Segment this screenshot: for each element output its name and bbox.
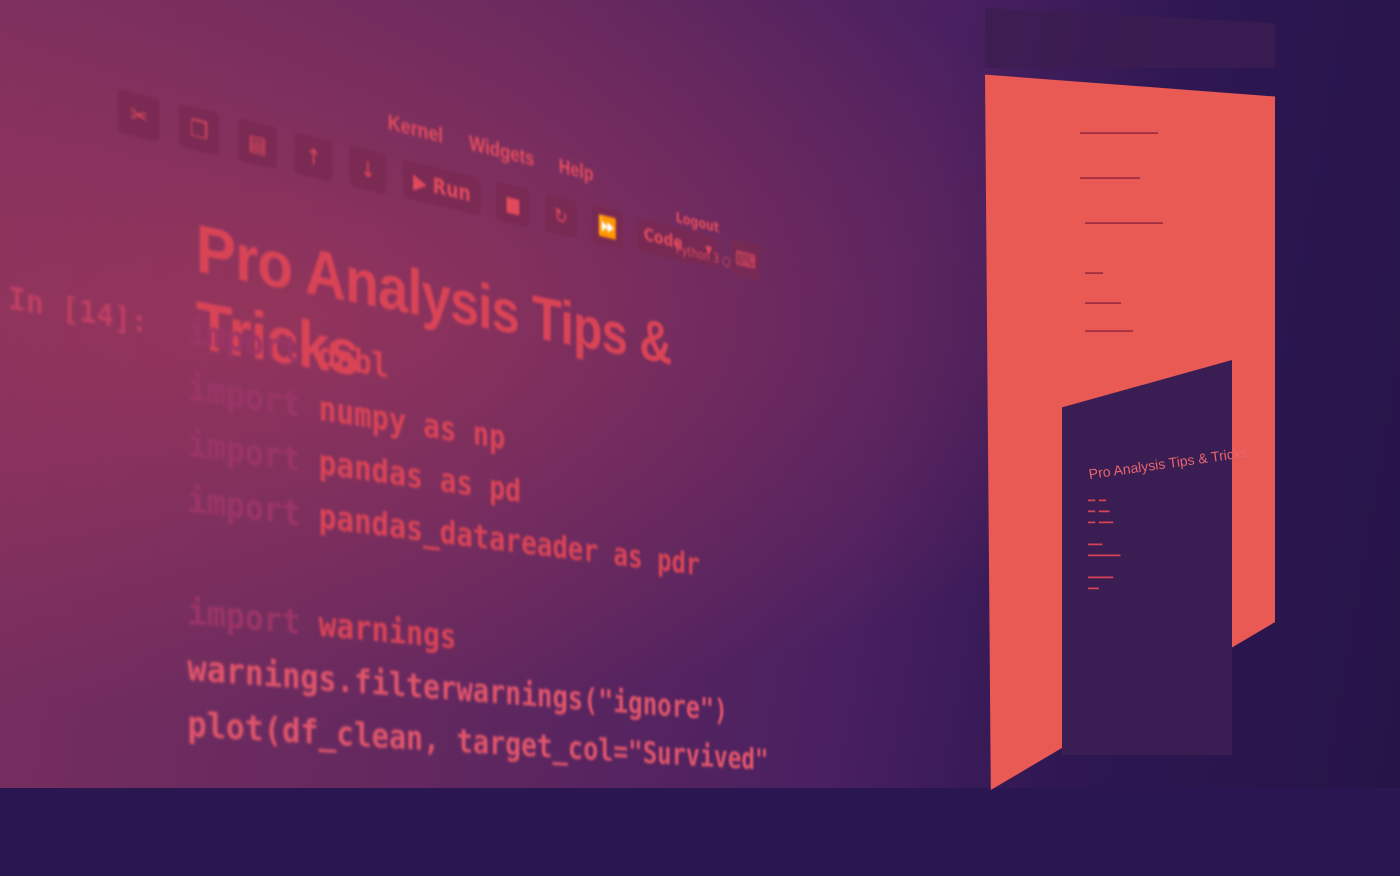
restart-button[interactable]: ↻ — [544, 193, 578, 240]
run-label: Run — [432, 173, 471, 207]
page-text-line: ▬▬▬▬▬▬▬▬▬▬▬▬▬ — [1080, 130, 1158, 136]
fast-forward-button[interactable]: ⏩ — [591, 204, 624, 250]
run-button[interactable]: ▶ Run — [402, 159, 481, 216]
play-icon: ▶ — [413, 168, 427, 197]
menu-help[interactable]: Help — [559, 155, 594, 187]
paste-button[interactable]: ▤ — [237, 117, 277, 170]
fast-forward-icon: ⏩ — [597, 213, 618, 241]
cell-prompt: In [14]: — [7, 278, 148, 341]
embedded-code-lines: ▬▬ ▬▬ ▬▬ ▬▬▬ ▬▬ ▬▬▬▬ ▬▬▬▬ ▬▬▬▬▬▬▬▬▬ ▬▬▬▬▬▬▬ ▬▬… — [1088, 497, 1121, 592]
keyboard-button[interactable]: ⌨ — [731, 238, 760, 282]
menu-widgets[interactable]: Widgets — [469, 132, 534, 172]
cut-button[interactable]: ✂ — [117, 88, 160, 143]
stop-icon: ■ — [505, 190, 521, 219]
page-text-line: ▬▬▬▬▬▬▬▬ — [1085, 328, 1133, 334]
keyboard-icon: ⌨ — [735, 246, 756, 274]
copy-icon: ❐ — [190, 114, 209, 146]
scissors-icon: ✂ — [130, 100, 148, 131]
copy-button[interactable]: ❐ — [178, 103, 220, 157]
paste-icon: ▤ — [248, 128, 267, 159]
page-text-line: ▬▬▬ — [1085, 270, 1103, 276]
page-text-line: ▬▬▬▬▬▬▬▬▬▬▬▬▬ — [1085, 220, 1163, 226]
kernel-status-icon: ○ — [722, 252, 731, 270]
move-up-button[interactable]: ↑ — [294, 131, 333, 183]
menu-kernel[interactable]: Kernel — [388, 111, 443, 150]
move-down-button[interactable]: ↓ — [349, 145, 387, 195]
page-text-line: ▬▬▬▬▬▬▬▬▬▬ — [1080, 175, 1140, 181]
arrow-up-icon: ↑ — [305, 142, 322, 172]
page-text-line: ▬▬▬▬▬▬ — [1085, 300, 1121, 306]
arrow-down-icon: ↓ — [360, 155, 376, 185]
stop-button[interactable]: ■ — [496, 181, 530, 229]
restart-icon: ↻ — [554, 202, 568, 230]
